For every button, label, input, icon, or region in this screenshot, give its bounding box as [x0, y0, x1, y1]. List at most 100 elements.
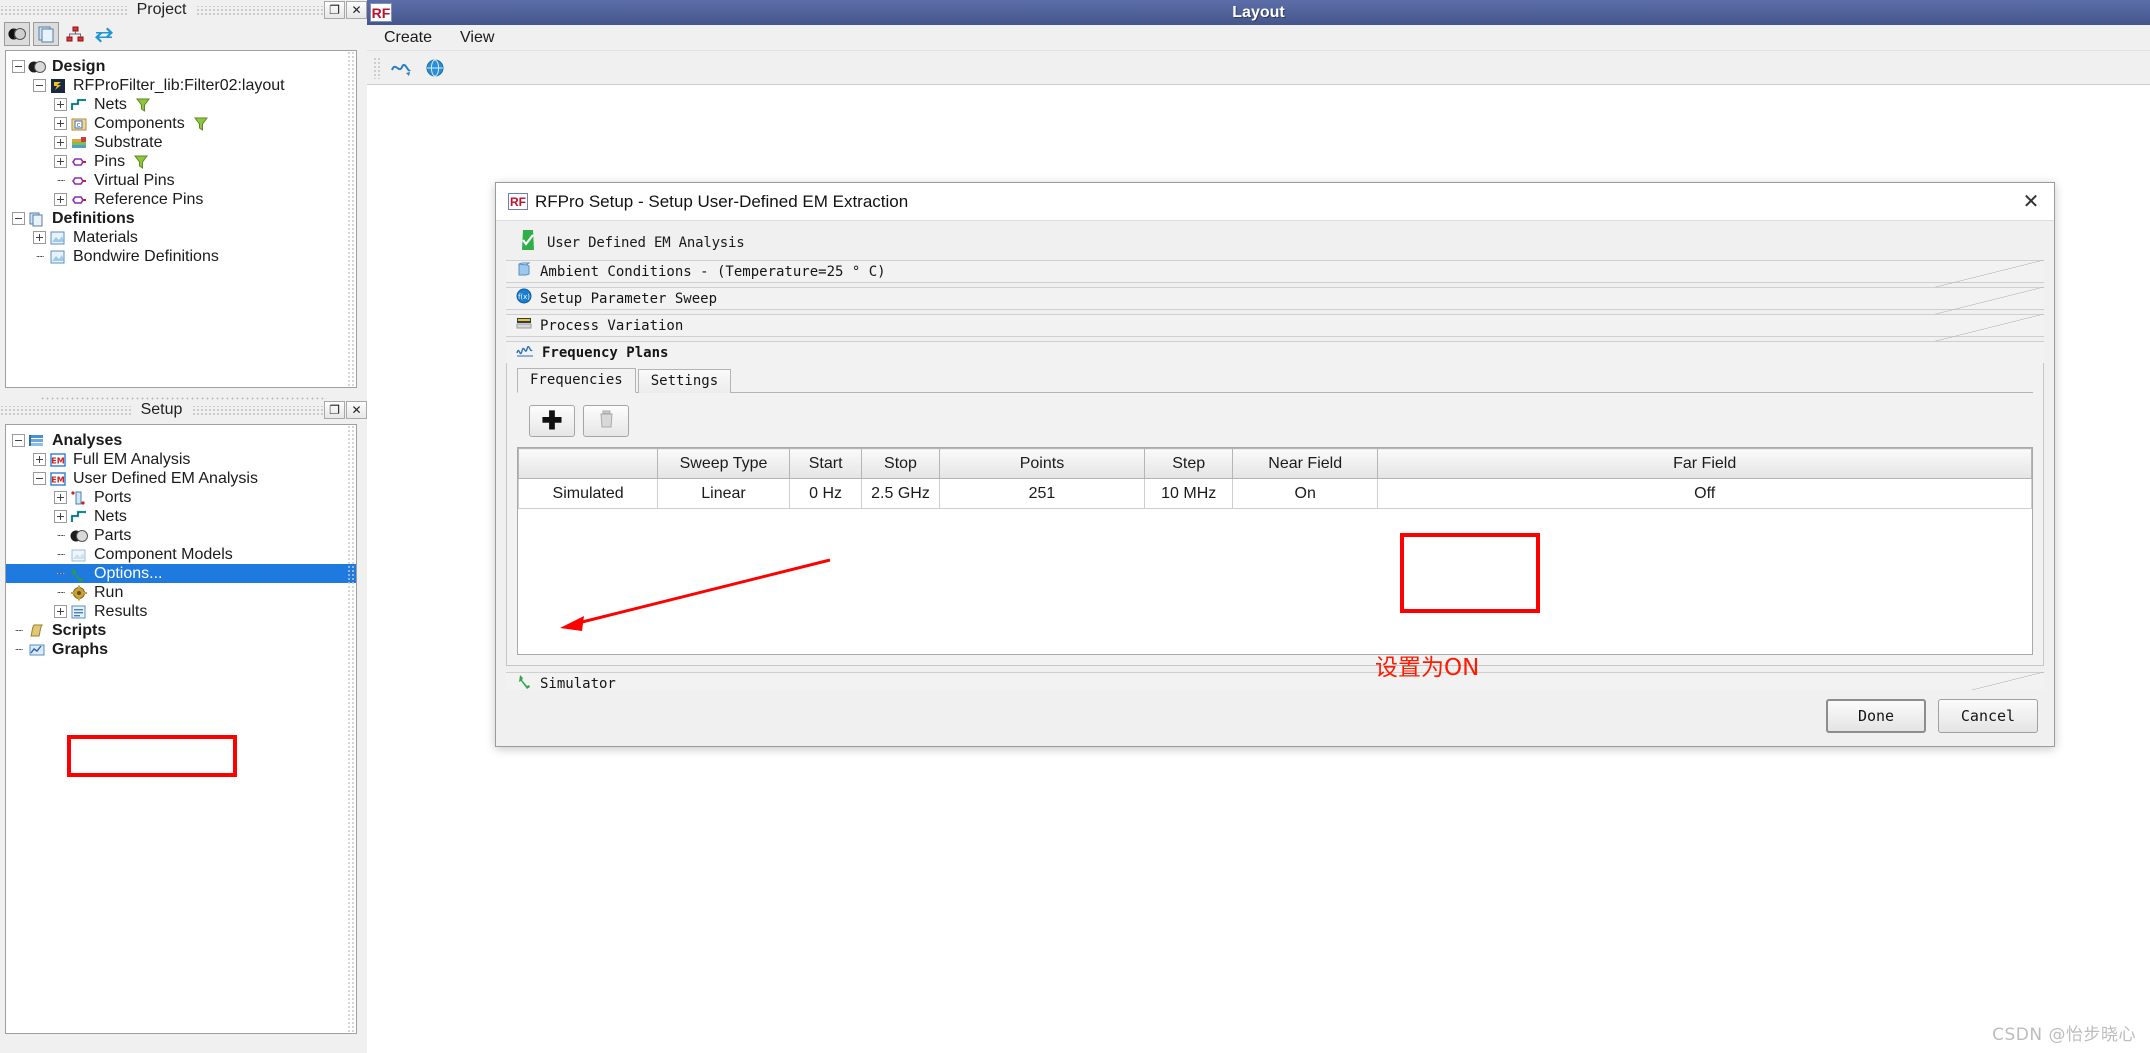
filter-funnel-icon[interactable]: [134, 154, 149, 170]
tree-item-label: Bondwire Definitions: [73, 248, 219, 265]
menu-view[interactable]: View: [457, 27, 497, 49]
trash-icon: [598, 409, 615, 434]
empty-cell: [518, 628, 658, 654]
cell-sweep-type[interactable]: Linear: [657, 478, 790, 509]
tree-item-analyses[interactable]: Analyses: [6, 431, 356, 450]
cell-[interactable]: Simulated: [518, 478, 659, 509]
section-frequency-plans[interactable]: Frequency Plans: [506, 341, 2044, 363]
column-header-start[interactable]: Start: [788, 448, 863, 479]
expand-icon[interactable]: [54, 510, 67, 523]
collapse-icon[interactable]: [33, 79, 46, 92]
tree-connector: [54, 567, 67, 580]
tree-item-components[interactable]: c Components: [6, 114, 356, 133]
tree-item-user-defined-em-analysis[interactable]: EM User Defined EM Analysis: [6, 469, 356, 488]
definitions-view-icon[interactable]: [33, 22, 59, 46]
collapse-icon[interactable]: [12, 434, 25, 447]
column-header-stop[interactable]: Stop: [861, 448, 940, 479]
menu-create[interactable]: Create: [381, 27, 435, 49]
tree-item-bondwire-definitions[interactable]: Bondwire Definitions: [6, 247, 356, 266]
delete-row-button[interactable]: [583, 405, 629, 437]
close-icon[interactable]: ✕: [2016, 188, 2046, 216]
tree-item-nets[interactable]: Nets: [6, 95, 356, 114]
expand-icon[interactable]: [54, 98, 67, 111]
expand-icon[interactable]: [54, 136, 67, 149]
collapse-icon[interactable]: [12, 60, 25, 73]
tree-item-reference-pins[interactable]: Reference Pins: [6, 190, 356, 209]
toolbar-grip[interactable]: [373, 56, 380, 79]
tree-item-nets[interactable]: Nets: [6, 507, 356, 526]
design-view-icon[interactable]: [4, 22, 30, 46]
tree-item-design[interactable]: Design: [6, 57, 356, 76]
expand-icon[interactable]: [54, 117, 67, 130]
tree-item-substrate[interactable]: Substrate: [6, 133, 356, 152]
tree-item-label: Components: [94, 115, 185, 132]
expand-icon[interactable]: [54, 155, 67, 168]
expand-icon[interactable]: [54, 491, 67, 504]
expand-icon[interactable]: [54, 605, 67, 618]
collapse-icon[interactable]: [33, 472, 46, 485]
done-button[interactable]: Done: [1826, 699, 1926, 733]
expand-icon[interactable]: [54, 193, 67, 206]
tree-item-definitions[interactable]: Definitions: [6, 209, 356, 228]
em-globe-icon[interactable]: [422, 56, 448, 80]
add-row-button[interactable]: ✚: [529, 405, 575, 437]
tree-item-ports[interactable]: Ports: [6, 488, 356, 507]
project-tree-scrollbar[interactable]: [347, 51, 356, 387]
draw-trace-icon[interactable]: [388, 56, 414, 80]
column-header-points[interactable]: Points: [938, 448, 1146, 479]
project-panel-close-button[interactable]: ✕: [346, 1, 368, 19]
tree-item-rfprofilter-lib-filter02-layout[interactable]: RFProFilter_lib:Filter02:layout: [6, 76, 356, 95]
cell-near-field[interactable]: On: [1232, 478, 1379, 509]
cell-points[interactable]: 251: [938, 478, 1146, 509]
frequency-table-container[interactable]: Sweep Type Start Stop Points Step Near Field F…: [517, 447, 2033, 655]
tree-item-materials[interactable]: Materials: [6, 228, 356, 247]
collapse-icon[interactable]: [12, 212, 25, 225]
tab-settings[interactable]: Settings: [637, 369, 732, 393]
section-ambient-conditions[interactable]: Ambient Conditions - (Temperature=25 ° C…: [506, 260, 2044, 290]
column-header-sweep-type[interactable]: Sweep Type: [657, 448, 790, 479]
empty-cell: [518, 538, 658, 569]
tab-frequencies[interactable]: Frequencies: [517, 368, 636, 393]
cancel-button[interactable]: Cancel: [1938, 699, 2038, 733]
tree-item-component-models[interactable]: Component Models: [6, 545, 356, 564]
tree-item-results[interactable]: Results: [6, 602, 356, 621]
tree-item-run[interactable]: Run: [6, 583, 356, 602]
setup-grip-left: [0, 405, 131, 415]
tree-item-graphs[interactable]: Graphs: [6, 640, 356, 659]
tree-item-pins[interactable]: Pins: [6, 152, 356, 171]
section-setup-parameter-sweep[interactable]: f(x) Setup Parameter Sweep: [506, 287, 2044, 317]
frequency-table-row[interactable]: Simulated Linear 0 Hz 2.5 GHz 251 10 MHz On Off: [518, 478, 2032, 509]
expand-icon[interactable]: [33, 453, 46, 466]
section-simulator[interactable]: Simulator: [506, 672, 2044, 690]
empty-cell: [861, 508, 940, 539]
setup-panel-close-button[interactable]: ✕: [346, 401, 367, 419]
setup-panel-restore-button[interactable]: ❐: [324, 401, 345, 419]
cell-start[interactable]: 0 Hz: [788, 478, 863, 509]
tree-item-parts[interactable]: Parts: [6, 526, 356, 545]
section-process-variation[interactable]: Process Variation: [506, 314, 2044, 344]
tree-item-virtual-pins[interactable]: Virtual Pins: [6, 171, 356, 190]
column-header-step[interactable]: Step: [1144, 448, 1234, 479]
cell-stop[interactable]: 2.5 GHz: [861, 478, 940, 509]
column-header-row-kind[interactable]: [518, 448, 659, 479]
tree-item-full-em-analysis[interactable]: EM Full EM Analysis: [6, 450, 356, 469]
tree-item-label: Virtual Pins: [94, 172, 175, 189]
project-panel-titlebar: Project ❐ ✕: [0, 0, 368, 20]
tree-item-scripts[interactable]: Scripts: [6, 621, 356, 640]
column-header-near-field[interactable]: Near Field: [1232, 448, 1379, 479]
filter-funnel-icon[interactable]: [135, 97, 150, 113]
empty-cell: [1232, 598, 1378, 629]
tree-item-options[interactable]: Options...: [6, 564, 356, 583]
tree-item-label: Component Models: [94, 546, 233, 563]
filter-funnel-icon[interactable]: [193, 116, 208, 132]
hierarchy-icon[interactable]: [62, 22, 88, 46]
cell-far-field[interactable]: Off: [1377, 478, 2032, 509]
project-tree[interactable]: Design RFProFilter_lib:Filter02:layout Net…: [5, 50, 357, 388]
refresh-icon[interactable]: [91, 22, 117, 46]
project-panel-restore-button[interactable]: ❐: [324, 1, 346, 19]
setup-tree-scrollbar[interactable]: [347, 425, 356, 1033]
expand-icon[interactable]: [33, 231, 46, 244]
cell-step[interactable]: 10 MHz: [1144, 478, 1234, 509]
column-header-far-field[interactable]: Far Field: [1377, 448, 2032, 479]
setup-tree[interactable]: Analyses EM Full EM Analysis EM User Defined…: [5, 424, 357, 1034]
